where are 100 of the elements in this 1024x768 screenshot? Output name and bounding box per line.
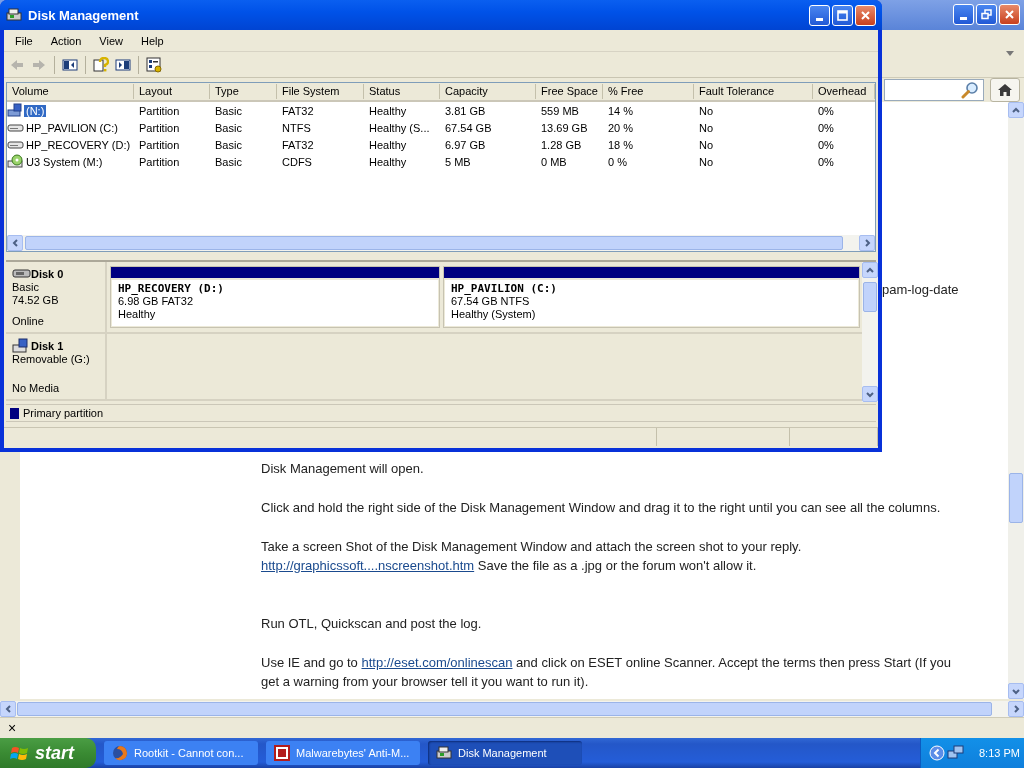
minimize-button[interactable] <box>809 4 830 26</box>
scroll-down-button[interactable] <box>862 386 878 402</box>
paragraph: Take a screen Shot of the Disk Management Window and attach the screen shot to your reply. http://graphicssoft....nscreenshot.htm Save the file as a .jpg or the forum won't allow it. <box>261 538 803 576</box>
menu-item[interactable]: View <box>90 34 132 47</box>
disk-name: Disk 1 <box>31 339 64 352</box>
partition-size: 6.98 GB FAT32 <box>118 295 194 308</box>
volume-name[interactable]: U3 System (M:) <box>24 155 105 168</box>
column-header[interactable]: Layout <box>134 84 210 99</box>
menu-item[interactable]: Help <box>131 34 173 47</box>
table-cell-text: 0 % <box>607 155 628 168</box>
link[interactable]: http://eset.com/onlinescan <box>361 655 513 671</box>
table-cell-text: 67.54 GB <box>444 121 493 134</box>
table-cell-text: Partition <box>138 155 181 168</box>
table-cell-text: 0 MB <box>540 155 568 168</box>
taskbar-button[interactable]: Disk Management <box>428 741 582 765</box>
close-icon <box>859 8 872 22</box>
column-header[interactable]: Type <box>210 84 277 99</box>
windows-flag-icon <box>10 744 30 762</box>
taskbar-button[interactable]: Malwarebytes' Anti-M... <box>266 741 420 765</box>
taskbar-button[interactable]: Rootkit - Cannot con... <box>104 741 258 765</box>
scroll-left-button[interactable] <box>0 701 16 718</box>
scroll-right-button[interactable] <box>1008 701 1024 718</box>
table-cell-text: Healthy <box>368 155 408 168</box>
home-icon <box>997 83 1013 98</box>
removable-drive-icon <box>12 338 31 353</box>
disk-drive-icon <box>436 745 452 761</box>
disk-name: Disk 0 <box>31 267 64 280</box>
table-cell-text: No <box>698 121 715 134</box>
browser-logo-icon <box>112 745 128 761</box>
scroll-right-button[interactable] <box>859 235 875 251</box>
partition-block[interactable]: HP_PAVILION (C:) 67.54 GB NTFS Healthy (System) <box>443 266 860 328</box>
table-cell-text: Healthy (S... <box>368 121 431 134</box>
table-cell-text: Healthy <box>368 138 408 151</box>
scroll-thumb[interactable] <box>25 236 843 250</box>
partition-status: Healthy (System) <box>451 308 537 321</box>
menu-item[interactable]: Action <box>41 34 91 47</box>
disk-status: No Media <box>12 382 61 395</box>
column-header[interactable]: % Free <box>603 84 694 99</box>
close-button[interactable] <box>855 4 876 26</box>
search-icon <box>961 81 979 100</box>
scroll-left-button[interactable] <box>7 235 23 251</box>
properties-icon <box>146 56 162 73</box>
minimize-button[interactable] <box>953 4 974 26</box>
disk-info: 74.52 GB <box>12 294 60 307</box>
table-cell-text: Healthy <box>368 104 408 117</box>
scroll-up-button[interactable] <box>862 262 878 278</box>
volume-name[interactable]: HP_RECOVERY (D:) <box>24 138 133 151</box>
partition-block[interactable]: HP_RECOVERY (D:) 6.98 GB FAT32 Healthy <box>110 266 440 328</box>
program-logo-icon <box>274 745 290 761</box>
table-cell-text: 1.28 GB <box>540 138 583 151</box>
table-cell-text: 3.81 GB <box>444 104 487 117</box>
close-find-bar-button[interactable]: × <box>8 721 17 736</box>
table-cell-text: No <box>698 155 715 168</box>
table-cell-text: 0% <box>817 104 835 117</box>
home-button[interactable] <box>990 78 1020 103</box>
scroll-thumb[interactable] <box>1009 473 1023 524</box>
column-header[interactable]: Fault Tolerance <box>694 84 813 99</box>
column-header[interactable]: Overhead <box>813 84 875 99</box>
table-cell-text: 20 % <box>607 121 635 134</box>
scroll-down-button[interactable] <box>1008 683 1024 700</box>
column-header[interactable]: Free Space <box>536 84 603 99</box>
disk-info: Removable (G:) <box>12 353 91 366</box>
column-header[interactable]: Capacity <box>440 84 536 99</box>
partition-name: HP_PAVILION (C:) <box>451 282 558 295</box>
column-header[interactable]: Volume <box>7 84 134 99</box>
maximize-button[interactable] <box>832 4 853 26</box>
table-cell-text: 0% <box>817 155 835 168</box>
partition-name: HP_RECOVERY (D:) <box>118 282 225 295</box>
disk-status: Online <box>12 315 45 328</box>
column-header[interactable]: File System <box>277 84 364 99</box>
link[interactable]: http://graphicssoft....nscreenshot.htm <box>261 558 475 574</box>
scroll-up-button[interactable] <box>1008 102 1024 119</box>
column-header[interactable]: Status <box>364 84 440 99</box>
close-button[interactable] <box>999 4 1020 26</box>
table-cell-text: FAT32 <box>281 104 315 117</box>
paragraph: Use IE and go to http://eset.com/onlinescan and click on ESET online Scanner. Accept the terms then press Start (If you get a warning from your browser tell it you want to run it). <box>261 654 951 692</box>
panel-icon <box>62 56 78 73</box>
page-text: pam-log-date <box>882 282 960 298</box>
table-cell-text: 0% <box>817 138 835 151</box>
volume-name[interactable]: (N:) <box>24 104 47 117</box>
menu-item[interactable]: File <box>6 34 42 47</box>
help-icon <box>93 56 109 73</box>
table-cell-text: 18 % <box>607 138 635 151</box>
table-cell-text: NTFS <box>281 121 312 134</box>
paragraph: Disk Management will open. <box>261 460 425 479</box>
scroll-thumb[interactable] <box>17 702 992 717</box>
dropdown-caret-icon[interactable] <box>1006 50 1014 56</box>
minimize-icon <box>960 17 967 21</box>
restore-button[interactable] <box>976 4 997 26</box>
table-cell-text: 559 MB <box>540 104 580 117</box>
volume-name[interactable]: HP_PAVILION (C:) <box>24 121 120 134</box>
start-button[interactable]: start <box>0 738 96 768</box>
disk-drive-icon <box>6 7 24 23</box>
search-field[interactable] <box>884 79 984 102</box>
network-icon[interactable] <box>947 745 965 761</box>
show-hidden-icons-button[interactable] <box>929 745 945 761</box>
paragraph: Run OTL, Quickscan and post the log. <box>261 615 483 634</box>
table-cell-text: 6.97 GB <box>444 138 487 151</box>
table-cell-text: No <box>698 138 715 151</box>
scroll-thumb[interactable] <box>863 282 877 312</box>
